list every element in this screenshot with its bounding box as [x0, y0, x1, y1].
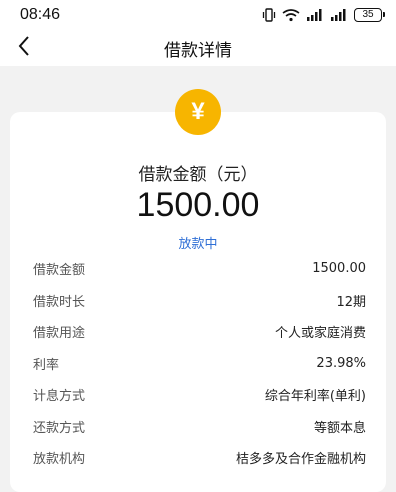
detail-row-interest-method: 计息方式 综合年利率(单利): [33, 379, 366, 411]
detail-label: 计息方式: [33, 389, 86, 405]
vibrate-icon: [262, 8, 276, 22]
status-time: 08:46: [20, 6, 61, 23]
page-title: 借款详情: [164, 41, 232, 61]
detail-row-loan-purpose: 借款用途 个人或家庭消费: [33, 316, 366, 348]
detail-row-loan-term: 借款时长 12期: [33, 285, 366, 317]
nav-bar: 借款详情: [0, 30, 396, 66]
yen-icon: ¥: [175, 89, 221, 135]
detail-label: 借款用途: [33, 326, 86, 342]
detail-label: 放款机构: [33, 452, 86, 468]
detail-row-interest-rate: 利率 23.98%: [33, 348, 366, 380]
detail-label: 利率: [33, 357, 60, 373]
status-icons: 35: [262, 6, 385, 24]
signal-icon-1: [306, 8, 324, 22]
detail-value: 桔多多及合作金融机构: [235, 452, 366, 468]
detail-value: 23.98%: [316, 355, 366, 371]
wifi-icon: [282, 8, 300, 22]
detail-label: 还款方式: [33, 420, 86, 436]
detail-value: 等额本息: [313, 420, 366, 436]
loan-status: 放款中: [178, 237, 218, 252]
detail-label: 借款时长: [33, 294, 86, 310]
status-bar: 08:46 35: [0, 0, 396, 30]
detail-value: 综合年利率(单利): [264, 389, 366, 405]
detail-value: 12期: [336, 294, 366, 310]
battery-icon: 35: [354, 8, 385, 22]
amount-label: 借款金额（元）: [138, 165, 258, 185]
detail-label: 借款金额: [33, 263, 86, 279]
detail-row-repayment-method: 还款方式 等额本息: [33, 411, 366, 443]
detail-list: 借款金额 1500.00 借款时长 12期 借款用途 个人或家庭消费 利率 23…: [33, 253, 366, 474]
detail-value: 1500.00: [312, 261, 366, 277]
detail-row-loan-amount: 借款金额 1500.00: [33, 253, 366, 285]
amount-value: 1500.00: [136, 186, 260, 224]
detail-row-lender: 放款机构 桔多多及合作金融机构: [33, 442, 366, 474]
detail-value: 个人或家庭消费: [274, 326, 366, 342]
signal-icon-2: [330, 8, 348, 22]
